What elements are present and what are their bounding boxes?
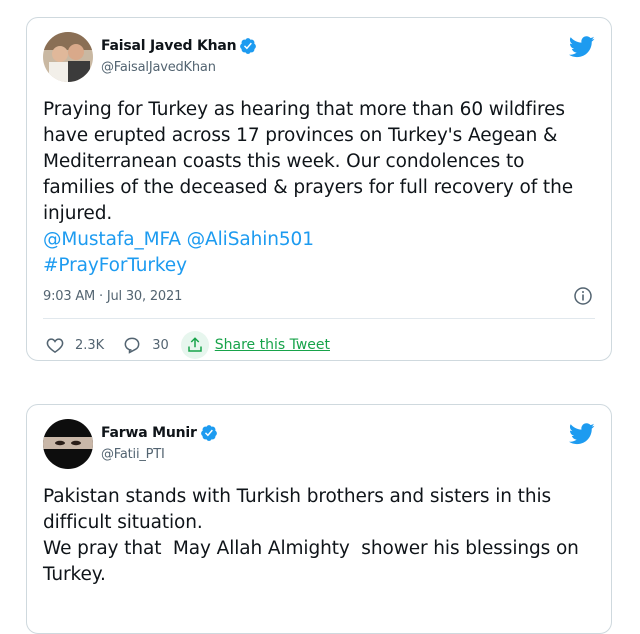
reply-icon — [124, 337, 140, 354]
user-handle[interactable]: @Fatii_PTI — [101, 447, 165, 462]
tweet-body: Praying for Turkey as hearing that more … — [43, 99, 573, 224]
heart-icon — [46, 338, 64, 353]
like-button[interactable]: 2.3K — [45, 335, 104, 355]
tweet-mentions[interactable]: @Mustafa_MFA @AliSahin501 — [43, 227, 595, 253]
tweet-card[interactable]: Faisal Javed Khan @FaisalJavedKhan Prayi… — [26, 17, 612, 361]
hashtag-link[interactable]: #PrayForTurkey — [43, 253, 595, 279]
verified-badge-icon — [240, 38, 257, 54]
tweet-header: Faisal Javed Khan @FaisalJavedKhan — [43, 32, 595, 84]
twitter-bird-icon[interactable] — [569, 423, 595, 445]
avatar[interactable] — [43, 419, 93, 469]
reply-count: 30 — [152, 337, 169, 353]
display-name[interactable]: Faisal Javed Khan — [101, 38, 237, 54]
tweet-text: Pakistan stands with Turkish brothers an… — [43, 486, 579, 585]
verified-badge-icon — [200, 425, 217, 441]
tweet-text: Praying for Turkey as hearing that more … — [43, 97, 595, 279]
user-handle[interactable]: @FaisalJavedKhan — [101, 60, 216, 75]
share-label[interactable]: Share this Tweet — [215, 337, 330, 353]
info-icon[interactable] — [573, 286, 593, 306]
tweet-actions: 2.3K 30 Share this Tweet — [45, 331, 330, 359]
twitter-bird-icon[interactable] — [569, 36, 595, 58]
tweet-card[interactable]: Farwa Munir @Fatii_PTI Pakistan stands w… — [26, 404, 612, 634]
reply-button[interactable]: 30 — [122, 335, 169, 355]
like-count: 2.3K — [75, 337, 105, 353]
divider — [43, 318, 595, 319]
avatar[interactable] — [43, 32, 93, 82]
display-name[interactable]: Farwa Munir — [101, 425, 197, 441]
tweet-timestamp[interactable]: 9:03 AM · Jul 30, 2021 — [43, 289, 182, 304]
share-button[interactable]: Share this Tweet — [180, 331, 330, 359]
tweet-header: Farwa Munir @Fatii_PTI — [43, 419, 595, 471]
share-icon — [188, 337, 202, 352]
